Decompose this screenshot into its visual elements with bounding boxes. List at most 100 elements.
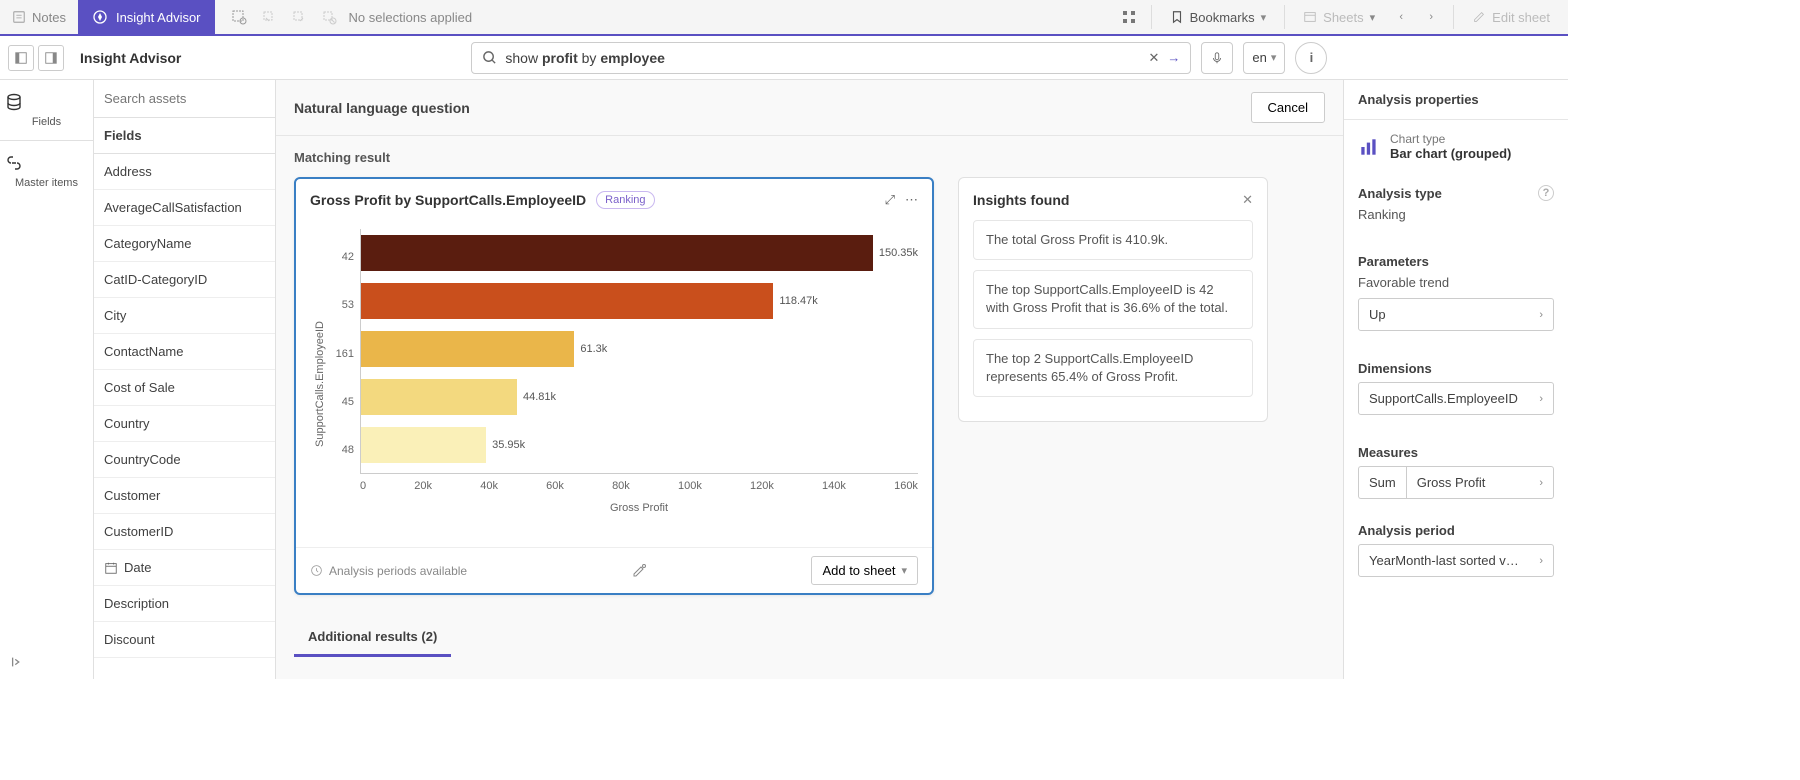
chevron-down-icon: ▾ [1261,11,1267,24]
plot-area: 150.35k 118.47k 61.3k 44.81k 35.95k 020k40k6… [360,229,918,539]
panel-left-toggle[interactable] [8,45,34,71]
edit-sheet-label: Edit sheet [1492,10,1550,25]
microphone-icon[interactable] [1201,42,1233,74]
rail-master-items[interactable]: Master items [0,141,93,201]
rail-nav: Fields Master items [0,80,94,679]
chart-actions: ⤢ ⋯ [885,192,918,208]
bar-row[interactable]: 118.47k [361,283,918,319]
notes-button[interactable]: Notes [0,0,78,34]
cancel-button[interactable]: Cancel [1251,92,1325,123]
bookmarks-button[interactable]: Bookmarks ▾ [1160,1,1277,33]
close-icon[interactable]: ✕ [1242,192,1253,208]
sheets-icon [1303,10,1317,24]
y-axis-label: SupportCalls.EmployeeID [310,321,330,447]
language-selector[interactable]: en▾ [1243,42,1285,74]
insights-title: Insights found [973,192,1069,208]
subbar: Insight Advisor show profit by employee … [0,36,1568,80]
chart-type-value: Bar chart (grouped) [1390,146,1511,161]
asset-row[interactable]: Discount [94,622,275,658]
add-to-sheet-button[interactable]: Add to sheet ▾ [811,556,918,585]
asset-row[interactable]: CatID-CategoryID [94,262,275,298]
content-area: Natural language question Cancel Matchin… [276,80,1343,679]
step-back-icon[interactable] [259,7,279,27]
asset-row[interactable]: Customer [94,478,275,514]
chart-title: Gross Profit by SupportCalls.EmployeeID [310,192,586,208]
next-sheet-button[interactable]: › [1417,3,1445,31]
favorable-trend-label: Favorable trend [1358,275,1554,290]
bar-row[interactable]: 61.3k [361,331,918,367]
edit-chart-icon[interactable] [631,563,647,579]
panel-toggle [8,45,64,71]
chart-type-section: Chart type Bar chart (grouped) [1344,120,1568,173]
parameters-section: Parameters Favorable trend Up › [1344,242,1568,349]
additional-results-tab[interactable]: Additional results (2) [294,619,451,657]
link-icon [4,153,89,173]
footer-note-label: Analysis periods available [329,564,467,578]
database-icon [4,92,89,112]
grid-icon[interactable] [1115,3,1143,31]
favorable-trend-selector[interactable]: Up › [1358,298,1554,331]
rail-fields-label: Fields [32,116,61,128]
bar-row[interactable]: 44.81k [361,379,918,415]
prev-sheet-button[interactable]: ‹ [1387,3,1415,31]
insights-header: Insights found ✕ [973,192,1253,208]
asset-row[interactable]: Date [94,550,275,586]
notes-icon [12,10,26,24]
matching-result-label: Matching result [294,150,1325,165]
bar-row[interactable]: 150.35k [361,235,918,271]
step-forward-icon[interactable] [289,7,309,27]
edit-sheet-button[interactable]: Edit sheet [1462,1,1560,33]
rail-fields[interactable]: Fields [0,80,93,141]
submit-search-icon[interactable]: → [1167,50,1180,65]
assets-header: Fields [94,118,275,154]
search-icon [482,50,497,65]
asset-search-input[interactable] [104,91,265,106]
asset-search[interactable] [94,80,275,118]
assets-list[interactable]: AddressAverageCallSatisfactionCategoryNa… [94,154,275,679]
topbar-left: Notes Insight Advisor No selections appl… [0,0,486,34]
clear-search-icon[interactable]: ✕ [1148,50,1159,66]
help-icon[interactable]: ? [1538,185,1554,201]
sheets-button[interactable]: Sheets ▾ [1293,1,1385,33]
asset-row[interactable]: Address [94,154,275,190]
clear-selections-icon[interactable] [319,7,339,27]
asset-row[interactable]: Country [94,406,275,442]
info-button[interactable]: i [1295,42,1327,74]
measure-agg[interactable]: Sum [1358,466,1406,499]
more-icon[interactable]: ⋯ [905,192,918,208]
bar-row[interactable]: 35.95k [361,427,918,463]
selection-search-icon[interactable] [229,7,249,27]
asset-row[interactable]: CustomerID [94,514,275,550]
insights-card: Insights found ✕ The total Gross Profit … [958,177,1268,422]
x-ticks: 020k40k60k80k100k120k140k160k [360,474,918,492]
measures-label: Measures [1358,445,1554,460]
y-ticks: 42531614548 [330,229,360,474]
dimension-chip[interactable]: SupportCalls.EmployeeID › [1358,382,1554,415]
topbar: Notes Insight Advisor No selections appl… [0,0,1568,36]
asset-row[interactable]: AverageCallSatisfaction [94,190,275,226]
analysis-type-section: Analysis type ? Ranking [1344,173,1568,242]
asset-row[interactable]: CategoryName [94,226,275,262]
asset-row[interactable]: Description [94,586,275,622]
asset-row[interactable]: Cost of Sale [94,370,275,406]
analysis-period-section: Analysis period YearMonth-last sorted v…… [1344,511,1568,595]
measure-chip[interactable]: Sum Gross Profit › [1358,466,1554,499]
analysis-period-chip[interactable]: YearMonth-last sorted v… › [1358,544,1554,577]
panel-right-toggle[interactable] [38,45,64,71]
asset-row[interactable]: CountryCode [94,442,275,478]
analysis-type-label: Analysis type [1358,186,1442,201]
analysis-period-value: YearMonth-last sorted v… [1369,553,1519,568]
chevron-down-icon: ▾ [901,564,907,577]
rail-collapse-button[interactable] [0,645,93,679]
pencil-icon [1472,10,1486,24]
search-input[interactable]: show profit by employee [505,50,1140,66]
measure-value-chip[interactable]: Gross Profit › [1406,466,1554,499]
expand-icon[interactable]: ⤢ [885,192,895,208]
asset-row[interactable]: ContactName [94,334,275,370]
asset-row[interactable]: City [94,298,275,334]
chevron-right-icon: › [1539,477,1543,489]
subbar-title: Insight Advisor [80,50,181,66]
insight-advisor-tab[interactable]: Insight Advisor [78,0,215,34]
chart-header: Gross Profit by SupportCalls.EmployeeID … [296,179,932,221]
search-box[interactable]: show profit by employee ✕ → [471,42,1191,74]
